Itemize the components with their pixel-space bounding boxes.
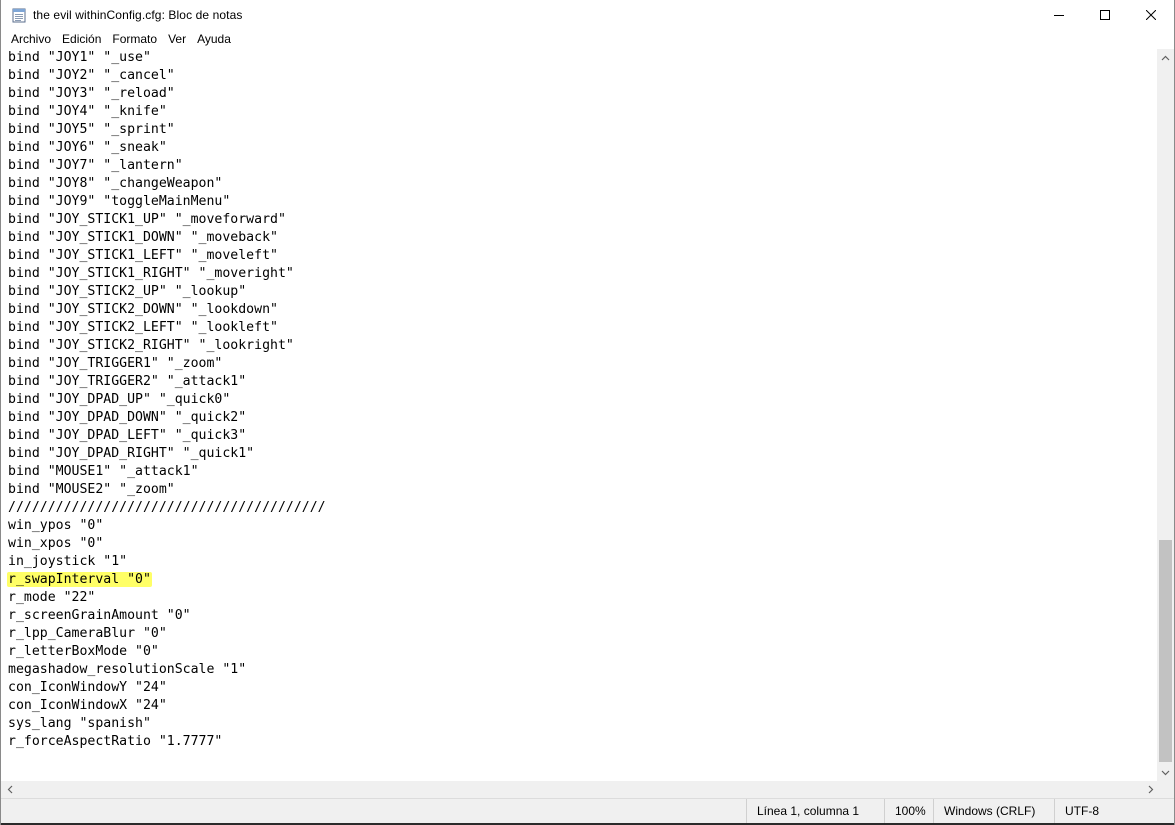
text-line[interactable]: bind "JOY1" "_use" <box>8 49 1159 67</box>
text-line[interactable]: bind "JOY_STICK2_UP" "_lookup" <box>8 283 1159 301</box>
scroll-down-arrow-icon <box>1161 770 1170 775</box>
scroll-up-button[interactable] <box>1157 49 1174 66</box>
minimize-icon <box>1054 15 1064 16</box>
status-bar: Línea 1, columna 1 100% Windows (CRLF) U… <box>1 798 1174 823</box>
close-icon <box>1146 10 1156 20</box>
scroll-up-arrow-icon <box>1161 55 1170 60</box>
text-line[interactable]: r_swapInterval "0" <box>7 571 1159 589</box>
vertical-scroll-thumb[interactable] <box>1159 540 1172 762</box>
text-line[interactable]: bind "JOY3" "_reload" <box>8 85 1159 103</box>
text-line[interactable]: bind "JOY_DPAD_RIGHT" "_quick1" <box>8 445 1159 463</box>
scroll-left-button[interactable] <box>1 781 18 798</box>
minimize-button[interactable] <box>1036 0 1082 30</box>
text-line[interactable]: win_ypos "0" <box>8 517 1159 535</box>
text-line[interactable]: bind "JOY_TRIGGER1" "_zoom" <box>8 355 1159 373</box>
text-line[interactable]: r_letterBoxMode "0" <box>8 643 1159 661</box>
title-bar[interactable]: the evil withinConfig.cfg: Bloc de notas <box>1 0 1174 30</box>
text-line[interactable]: bind "JOY6" "_sneak" <box>8 139 1159 157</box>
text-line[interactable]: r_lpp_CameraBlur "0" <box>8 625 1159 643</box>
window-title: the evil withinConfig.cfg: Bloc de notas <box>33 8 243 22</box>
scroll-down-button[interactable] <box>1157 764 1174 781</box>
text-line[interactable]: bind "JOY_TRIGGER2" "_attack1" <box>8 373 1159 391</box>
editor-content[interactable]: bind "JOY1" "_use" bind "JOY2" "_cancel" b… <box>1 49 1159 751</box>
text-line[interactable]: bind "JOY_DPAD_DOWN" "_quick2" <box>8 409 1159 427</box>
status-zoom: 100% <box>884 799 933 823</box>
horizontal-scrollbar[interactable] <box>1 781 1159 798</box>
window-controls <box>1036 0 1174 30</box>
text-line[interactable]: bind "JOY4" "_knife" <box>8 103 1159 121</box>
text-line[interactable]: con_IconWindowX "24" <box>8 697 1159 715</box>
text-line[interactable]: bind "JOY_STICK2_DOWN" "_lookdown" <box>8 301 1159 319</box>
menu-ver[interactable]: Ver <box>164 30 190 49</box>
status-line-ending: Windows (CRLF) <box>933 799 1054 823</box>
text-line[interactable]: bind "JOY2" "_cancel" <box>8 67 1159 85</box>
notepad-icon <box>12 7 26 23</box>
text-line[interactable]: win_xpos "0" <box>8 535 1159 553</box>
text-line[interactable]: bind "JOY_STICK1_RIGHT" "_moveright" <box>8 265 1159 283</box>
status-encoding: UTF-8 <box>1054 799 1175 823</box>
text-line[interactable]: bind "JOY_STICK1_LEFT" "_moveleft" <box>8 247 1159 265</box>
text-line[interactable]: bind "JOY7" "_lantern" <box>8 157 1159 175</box>
text-line[interactable]: bind "JOY8" "_changeWeapon" <box>8 175 1159 193</box>
text-line[interactable]: r_forceAspectRatio "1.7777" <box>8 733 1159 751</box>
text-line[interactable]: bind "JOY_DPAD_UP" "_quick0" <box>8 391 1159 409</box>
text-line[interactable]: bind "JOY_STICK2_RIGHT" "_lookright" <box>8 337 1159 355</box>
status-cursor-position: Línea 1, columna 1 <box>746 799 884 823</box>
notepad-window: the evil withinConfig.cfg: Bloc de notas <box>0 0 1175 825</box>
text-line[interactable]: r_mode "22" <box>8 589 1159 607</box>
menu-edicion[interactable]: Edición <box>58 30 105 49</box>
menu-ayuda[interactable]: Ayuda <box>193 30 235 49</box>
text-line[interactable]: bind "JOY9" "toggleMainMenu" <box>8 193 1159 211</box>
menu-bar: Archivo Edición Formato Ver Ayuda <box>1 30 1174 49</box>
maximize-icon <box>1100 10 1110 20</box>
text-line[interactable]: bind "JOY5" "_sprint" <box>8 121 1159 139</box>
menu-archivo[interactable]: Archivo <box>7 30 55 49</box>
text-line[interactable]: r_screenGrainAmount "0" <box>8 607 1159 625</box>
text-line[interactable]: bind "JOY_STICK1_DOWN" "_moveback" <box>8 229 1159 247</box>
text-line[interactable]: bind "JOY_STICK1_UP" "_moveforward" <box>8 211 1159 229</box>
scrollbar-corner <box>1157 781 1174 798</box>
menu-formato[interactable]: Formato <box>108 30 161 49</box>
text-line[interactable]: bind "MOUSE1" "_attack1" <box>8 463 1159 481</box>
vertical-scrollbar[interactable] <box>1157 49 1174 781</box>
text-line[interactable]: //////////////////////////////////////// <box>8 499 1159 517</box>
text-line[interactable]: in_joystick "1" <box>8 553 1159 571</box>
maximize-button[interactable] <box>1082 0 1128 30</box>
text-line[interactable]: bind "MOUSE2" "_zoom" <box>8 481 1159 499</box>
text-line[interactable]: bind "JOY_DPAD_LEFT" "_quick3" <box>8 427 1159 445</box>
scroll-right-arrow-icon <box>1148 785 1153 794</box>
highlighted-text: r_swapInterval "0" <box>7 572 152 587</box>
scroll-left-arrow-icon <box>7 785 12 794</box>
text-line[interactable]: bind "JOY_STICK2_LEFT" "_lookleft" <box>8 319 1159 337</box>
text-line[interactable]: con_IconWindowY "24" <box>8 679 1159 697</box>
text-line[interactable]: sys_lang "spanish" <box>8 715 1159 733</box>
text-editor[interactable]: bind "JOY1" "_use" bind "JOY2" "_cancel" b… <box>1 49 1159 781</box>
close-button[interactable] <box>1128 0 1174 30</box>
text-line[interactable]: megashadow_resolutionScale "1" <box>8 661 1159 679</box>
